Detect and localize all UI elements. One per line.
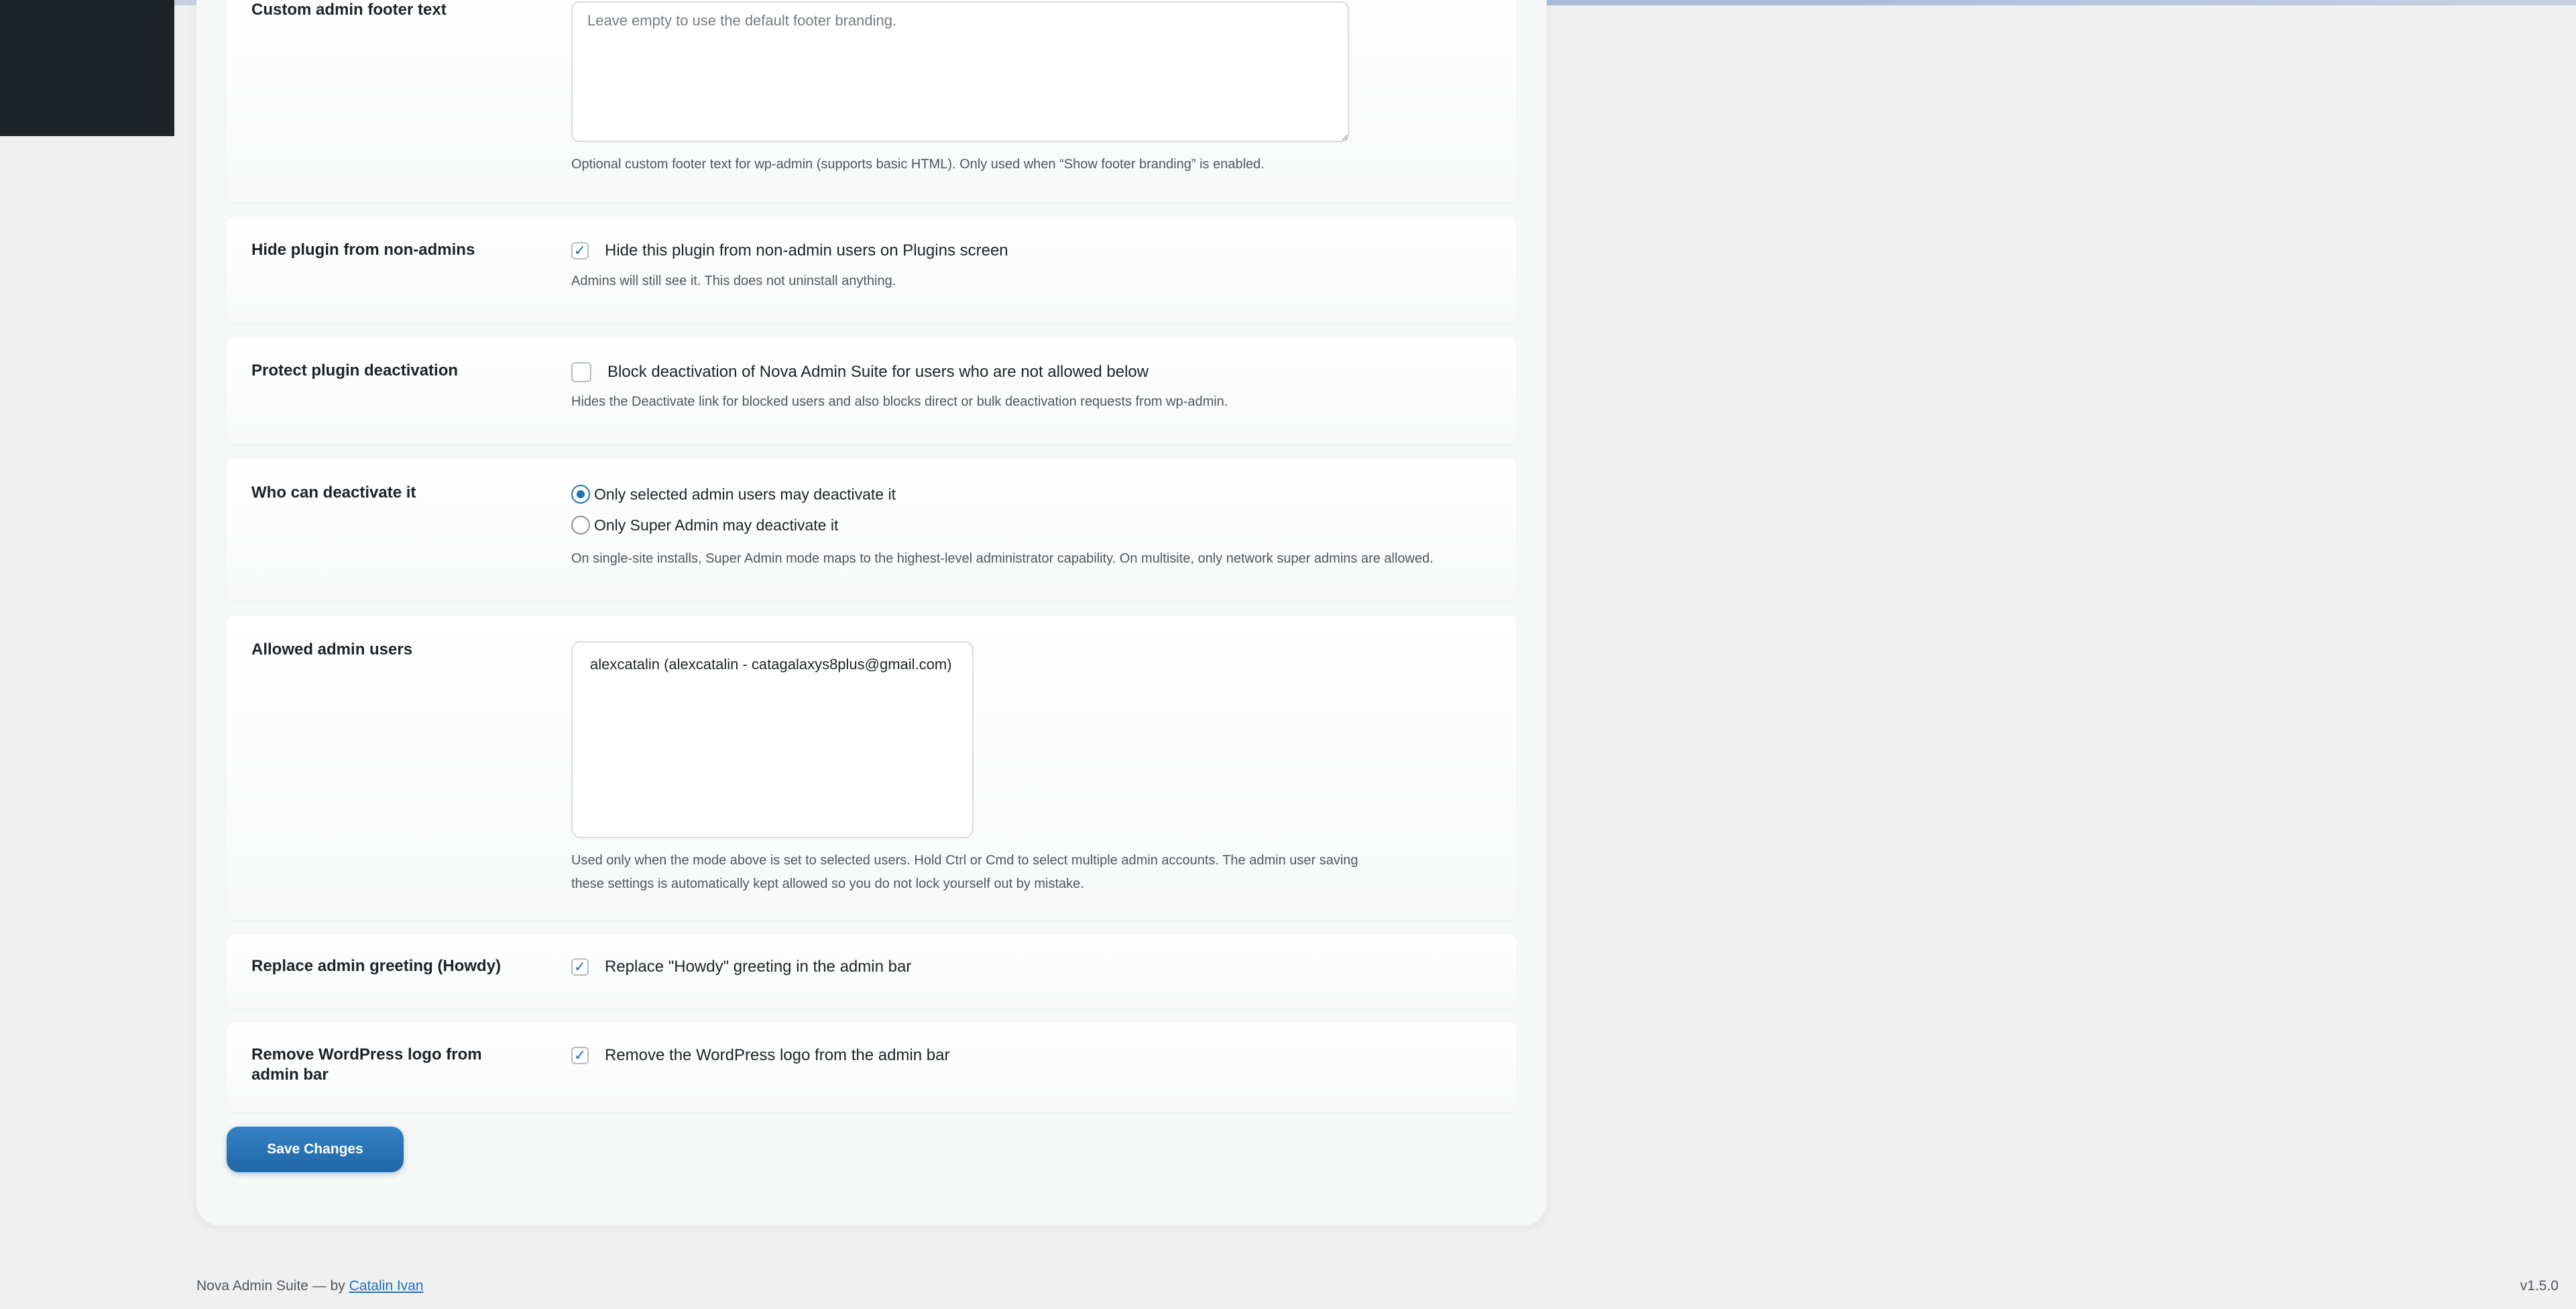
remove-wp-logo-checkbox-line[interactable]: ✓ Remove the WordPress logo from the adm… — [571, 1046, 949, 1065]
allowed-users-label: Allowed admin users — [251, 640, 413, 659]
radio-super-admin-label: Only Super Admin may deactivate it — [594, 516, 839, 534]
who-can-deactivate-description: On single-site installs, Super Admin mod… — [571, 551, 1433, 566]
protect-deactivation-description: Hides the Deactivate link for blocked us… — [571, 394, 1228, 409]
version-label: v1.5.0 — [2520, 1278, 2559, 1294]
who-can-deactivate-label: Who can deactivate it — [251, 483, 416, 502]
footer-text-row: Custom admin footer text Optional custom… — [227, 0, 1517, 203]
allowed-users-row: Allowed admin users alexcatalin (alexcat… — [227, 616, 1517, 920]
admin-sidebar — [0, 0, 174, 136]
check-icon: ✓ — [573, 1047, 587, 1064]
remove-wp-logo-checkbox-label: Remove the WordPress logo from the admin… — [605, 1046, 950, 1064]
hide-plugin-checkbox-label: Hide this plugin from non-admin users on… — [605, 241, 1008, 260]
protect-deactivation-checkbox-line[interactable]: Block deactivation of Nova Admin Suite f… — [571, 362, 1228, 382]
replace-howdy-checkbox-line[interactable]: ✓ Replace "Howdy" greeting in the admin … — [571, 958, 911, 976]
radio-selected-users-label: Only selected admin users may deactivate… — [594, 485, 896, 503]
user-option[interactable]: alexcatalin (alexcatalin - catagalaxys8p… — [573, 653, 972, 676]
check-icon: ✓ — [573, 242, 587, 259]
radio-selected-users[interactable] — [571, 485, 590, 504]
hide-plugin-row: Hide plugin from non-admins ✓ Hide this … — [227, 217, 1517, 323]
replace-howdy-checkbox-label: Replace "Howdy" greeting in the admin ba… — [605, 958, 912, 976]
allowed-users-select[interactable]: alexcatalin (alexcatalin - catagalaxys8p… — [571, 641, 974, 838]
protect-deactivation-row: Protect plugin deactivation Block deacti… — [227, 338, 1517, 444]
save-changes-button[interactable]: Save Changes — [227, 1127, 404, 1172]
radio-option-selected-users[interactable]: Only selected admin users may deactivate… — [571, 479, 1433, 510]
remove-wp-logo-label: Remove WordPress logo from admin bar — [251, 1045, 482, 1084]
hide-plugin-label: Hide plugin from non-admins — [251, 241, 475, 259]
who-can-deactivate-row: Who can deactivate it Only selected admi… — [227, 459, 1517, 601]
replace-howdy-label: Replace admin greeting (Howdy) — [251, 957, 502, 975]
protect-deactivation-label: Protect plugin deactivation — [251, 361, 459, 380]
hide-plugin-checkbox[interactable]: ✓ — [571, 242, 589, 260]
footer-credit: Nova Admin Suite — by Catalin Ivan — [196, 1278, 424, 1294]
author-link[interactable]: Catalin Ivan — [349, 1278, 424, 1294]
radio-option-super-admin[interactable]: Only Super Admin may deactivate it — [571, 510, 1433, 540]
hide-plugin-checkbox-line[interactable]: ✓ Hide this plugin from non-admin users … — [571, 241, 1008, 260]
allowed-users-description: Used only when the mode above is set to … — [571, 853, 1358, 891]
remove-wp-logo-row: Remove WordPress logo from admin bar ✓ R… — [227, 1022, 1517, 1112]
replace-howdy-checkbox[interactable]: ✓ — [571, 958, 589, 976]
replace-howdy-row: Replace admin greeting (Howdy) ✓ Replace… — [227, 935, 1517, 1009]
footer-text-input[interactable] — [571, 1, 1349, 142]
hide-plugin-description: Admins will still see it. This does not … — [571, 274, 896, 288]
footer-text-description: Optional custom footer text for wp-admin… — [571, 157, 1265, 172]
protect-deactivation-checkbox-label: Block deactivation of Nova Admin Suite f… — [607, 363, 1149, 381]
protect-deactivation-checkbox[interactable] — [571, 362, 591, 382]
radio-super-admin[interactable] — [571, 516, 590, 534]
footer-text-label: Custom admin footer text — [251, 1, 447, 19]
check-icon: ✓ — [573, 958, 587, 975]
footer-credit-text: Nova Admin Suite — by — [196, 1278, 345, 1294]
remove-wp-logo-checkbox[interactable]: ✓ — [571, 1047, 589, 1064]
